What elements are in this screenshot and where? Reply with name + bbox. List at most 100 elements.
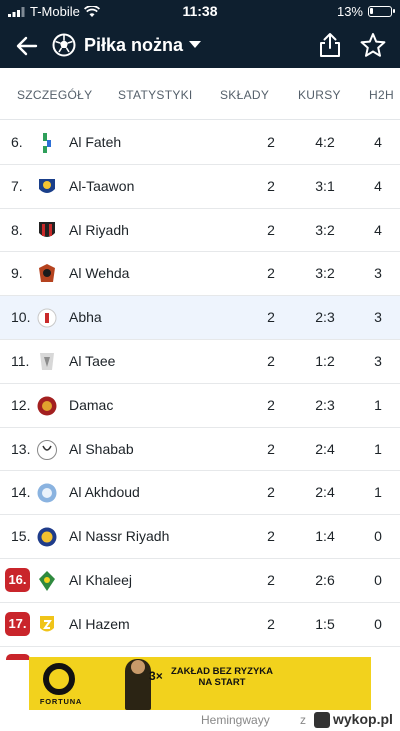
ad-multiplier: 3× (149, 669, 163, 683)
wykop-logo-icon (314, 712, 330, 728)
goal-ratio: 1:4 (315, 528, 335, 545)
team-logo-icon (40, 352, 54, 370)
soccer-ball-icon (52, 33, 76, 57)
team-logo-icon (37, 439, 57, 460)
team-name: Al Akhdoud (69, 484, 140, 501)
rank-label: 7. (11, 177, 23, 194)
team-logo-icon (43, 133, 51, 153)
team-logo-icon (37, 527, 57, 547)
table-row[interactable]: 8. Al Riyadh 2 3:2 4 (0, 209, 400, 253)
status-bar: T-Mobile 11:38 13% (0, 0, 400, 22)
team-logo-icon (37, 483, 57, 503)
rank-label: 14. (11, 484, 31, 501)
goal-ratio: 3:2 (315, 221, 335, 238)
nav-bar: Piłka nożna (0, 28, 400, 64)
team-name: Al Nassr Riyadh (69, 528, 170, 545)
table-row[interactable]: 15. Al Nassr Riyadh 2 1:4 0 (0, 515, 400, 559)
goal-ratio: 2:4 (315, 440, 335, 457)
team-name: Al Shabab (69, 440, 134, 457)
status-left: T-Mobile (8, 4, 100, 19)
wifi-icon (83, 5, 100, 17)
rank-label: 15. (11, 528, 31, 545)
credit-z: z (300, 713, 306, 727)
team-name: Al Fateh (69, 134, 122, 150)
points: 3 (374, 265, 382, 282)
tab-lineups[interactable]: SKŁADY (220, 88, 269, 102)
matches-played: 2 (267, 484, 275, 501)
tab-details[interactable]: SZCZEGÓŁY (17, 88, 92, 102)
points: 1 (374, 484, 382, 501)
rank-label: 6. (11, 134, 23, 150)
rank-badge: 16. (5, 567, 30, 592)
points: 0 (374, 528, 382, 545)
tab-odds[interactable]: KURSY (298, 88, 341, 102)
ad-banner[interactable]: FORTUNA 3× ZAKŁAD BEZ RYZYKA NA START (29, 657, 371, 710)
goal-ratio: 3:1 (315, 177, 335, 194)
table-row[interactable]: 17. Al Hazem 2 1:5 0 (0, 603, 400, 647)
matches-played: 2 (267, 396, 275, 413)
team-name: Al Taee (69, 352, 116, 369)
page-title[interactable]: Piłka nożna (84, 35, 183, 56)
team-logo-icon (39, 570, 55, 591)
table-row[interactable]: 9. Al Wehda 2 3:2 3 (0, 252, 400, 297)
points: 4 (374, 177, 382, 194)
matches-played: 2 (267, 309, 275, 326)
signal-icon (8, 6, 25, 17)
app-header: T-Mobile 11:38 13% Piłka nożna (0, 0, 400, 68)
table-row[interactable]: 6. Al Fateh 2 4:2 4 (0, 121, 400, 165)
team-name: Al-Taawon (69, 177, 135, 194)
matches-played: 2 (267, 177, 275, 194)
table-row[interactable]: 11. Al Taee 2 1:2 3 (0, 340, 400, 384)
team-name: Damac (69, 396, 114, 413)
team-name: Al Wehda (69, 265, 130, 282)
team-name: Al Hazem (69, 615, 130, 632)
rank-label: 11. (11, 352, 30, 369)
ad-person-head (131, 660, 145, 674)
matches-played: 2 (267, 265, 275, 282)
rank-label: 9. (11, 265, 23, 282)
table-row[interactable]: 14. Al Akhdoud 2 2:4 1 (0, 471, 400, 516)
credit-site: wykop.pl (333, 711, 393, 727)
battery-icon (368, 6, 395, 17)
team-name: Al Riyadh (69, 221, 129, 238)
chevron-down-icon[interactable] (188, 40, 202, 50)
goal-ratio: 3:2 (315, 265, 335, 282)
matches-played: 2 (267, 528, 275, 545)
rank-badge: 17. (5, 611, 30, 636)
table-row[interactable]: 10. Abha 2 2:3 3 (0, 296, 400, 340)
team-logo-icon (39, 221, 55, 237)
carrier-label: T-Mobile (30, 4, 80, 19)
points: 3 (374, 352, 382, 369)
share-icon[interactable] (318, 32, 342, 58)
status-right: 13% (336, 4, 395, 19)
goal-ratio: 2:4 (315, 484, 335, 501)
ad-headline: ZAKŁAD BEZ RYZYKA NA START (170, 666, 274, 688)
matches-played: 2 (267, 352, 275, 369)
table-row[interactable]: 12. Damac 2 2:3 1 (0, 384, 400, 428)
matches-played: 2 (267, 615, 275, 632)
ad-logo: FORTUNA (29, 657, 93, 710)
standings-table: 6. Al Fateh 2 4:2 4 7. Al-Taawon 2 3:1 4 8. Al Riya… (0, 121, 400, 647)
goal-ratio: 2:6 (315, 571, 335, 588)
tab-h2h[interactable]: H2H (369, 88, 394, 102)
tab-statistics[interactable]: STATYSTYKI (118, 88, 193, 102)
rank-label: 13. (11, 440, 31, 457)
points: 1 (374, 440, 382, 457)
points: 0 (374, 615, 382, 632)
arrow-left-icon[interactable] (14, 33, 40, 59)
table-row[interactable]: 13. Al Shabab 2 2:4 1 (0, 428, 400, 472)
team-logo-icon (39, 264, 55, 283)
fortuna-ring-icon (43, 663, 75, 695)
rank-badge-partial (6, 654, 30, 660)
matches-played: 2 (267, 571, 275, 588)
matches-played: 2 (267, 440, 275, 457)
table-row[interactable]: 7. Al-Taawon 2 3:1 4 (0, 165, 400, 209)
matches-played: 2 (267, 134, 275, 150)
battery-percent: 13% (336, 4, 363, 19)
star-icon[interactable] (360, 32, 386, 58)
table-row[interactable]: 16. Al Khaleej 2 2:6 0 (0, 559, 400, 603)
goal-ratio: 2:3 (315, 396, 335, 413)
tab-bar: SZCZEGÓŁY STATYSTYKI SKŁADY KURSY H2H (0, 68, 400, 120)
team-logo-icon (39, 178, 55, 193)
team-name: Abha (69, 309, 102, 326)
